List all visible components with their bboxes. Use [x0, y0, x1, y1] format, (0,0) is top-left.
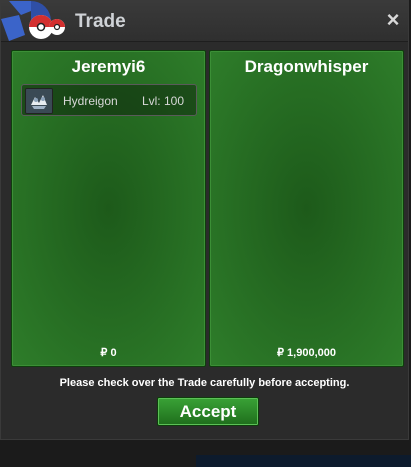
left-money-offer: ₽ 0 [100, 347, 117, 359]
hydreigon-sprite-icon [25, 88, 53, 114]
window-title: Trade [75, 11, 126, 32]
trade-item-row[interactable]: Hydreigon Lvl: 100 [21, 84, 197, 116]
right-money-offer: ₽ 1,900,000 [277, 347, 336, 359]
left-trade-panel: Jeremyi6 Hydreigon Lvl: 100 ₽ 0 [11, 50, 206, 367]
title-bar[interactable]: Trade × [1, 1, 408, 42]
accept-button[interactable]: Accept [157, 397, 259, 426]
right-trade-panel: Dragonwhisper ₽ 1,900,000 [209, 50, 404, 367]
close-icon[interactable]: × [382, 9, 404, 31]
pokeball-logo-icon [1, 1, 65, 41]
left-player-name: Jeremyi6 [71, 57, 146, 76]
trade-window: Trade × Jeremyi6 Hydreigon Lvl: 100 ₽ 0 … [0, 0, 409, 440]
item-level: Lvl: 100 [141, 94, 184, 108]
trade-notice: Please check over the Trade carefully be… [59, 377, 350, 389]
right-player-name: Dragonwhisper [244, 57, 369, 76]
item-name: Hydreigon [63, 94, 118, 108]
background-strip [196, 455, 411, 467]
